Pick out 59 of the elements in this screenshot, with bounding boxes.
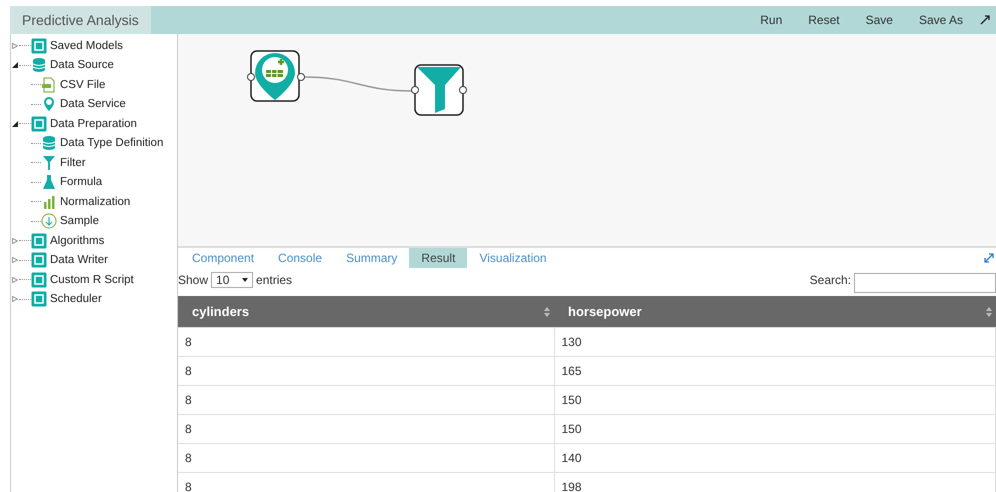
toolbar-button[interactable]: Reset	[795, 13, 853, 27]
tree-item[interactable]: Custom R Script	[50, 274, 134, 286]
sort-icon[interactable]	[986, 307, 992, 317]
tree-item[interactable]: Algorithms	[50, 234, 104, 247]
table-cell: 150	[554, 414, 996, 444]
toolbar-button[interactable]: Run	[747, 13, 796, 27]
tree-item[interactable]: Data Preparation	[50, 118, 137, 130]
expanded-triangle-icon[interactable]	[11, 62, 19, 68]
tree-item[interactable]: Data Service	[60, 98, 126, 110]
show-label: Show	[178, 273, 208, 287]
tree-item[interactable]: Scheduler	[50, 293, 102, 306]
flask-icon	[41, 174, 57, 190]
sort-icon[interactable]	[544, 307, 550, 317]
collapsed-triangle-icon[interactable]	[11, 238, 19, 244]
table-cell: 165	[554, 356, 996, 386]
search-field[interactable]	[854, 273, 996, 293]
tree-item[interactable]: Data Writer	[50, 254, 108, 266]
database-icon	[41, 135, 57, 152]
table-cell: 150	[554, 386, 996, 414]
column-header[interactable]: cylinders	[178, 296, 554, 328]
table-cell: 130	[554, 328, 996, 356]
table-cell: 8	[178, 472, 554, 492]
toolbar-button[interactable]: Save	[852, 13, 906, 27]
table-cell: 140	[554, 444, 996, 472]
database-icon	[31, 57, 47, 74]
tree-item[interactable]: CSV File	[60, 78, 106, 91]
expand-icon[interactable]	[980, 15, 990, 25]
collapsed-triangle-icon[interactable]	[11, 42, 19, 49]
entries-dropdown[interactable]: 10	[211, 272, 254, 288]
tree-item[interactable]: Normalization	[60, 196, 130, 208]
table-cell: 8	[178, 356, 554, 386]
bar-chart-icon	[41, 194, 57, 210]
collapsed-triangle-icon[interactable]	[11, 276, 19, 283]
funnel-icon	[41, 154, 57, 171]
download-icon	[41, 213, 57, 230]
table-cell: 8	[178, 414, 554, 444]
tree-item[interactable]: Formula	[60, 176, 102, 188]
data-service-node[interactable]	[247, 50, 305, 102]
tree-item[interactable]: Filter	[60, 156, 86, 169]
table-cell: 198	[554, 472, 996, 492]
pin-icon	[41, 96, 57, 112]
tree-item[interactable]: Sample	[60, 215, 99, 228]
caret-icon	[242, 278, 248, 282]
tree-item[interactable]: Data Type Definition	[60, 137, 164, 150]
table-cell: 8	[178, 328, 554, 356]
file-icon	[41, 76, 57, 93]
search-label: Search:	[810, 273, 851, 287]
tree-item[interactable]: Data Source	[50, 59, 114, 72]
collapsed-triangle-icon[interactable]	[11, 296, 19, 302]
table-cell: 8	[178, 444, 554, 472]
toolbar-button[interactable]: Save As	[906, 13, 976, 27]
app-title: Predictive Analysis	[10, 6, 151, 34]
collapsed-triangle-icon[interactable]	[11, 257, 19, 264]
column-header[interactable]: horsepower	[554, 296, 996, 328]
tree-item[interactable]: Saved Models	[50, 40, 123, 52]
tab[interactable]: Result	[409, 248, 468, 268]
entries-label: entries	[256, 273, 292, 287]
expanded-triangle-icon[interactable]	[11, 120, 19, 127]
table-cell: 8	[178, 386, 554, 414]
